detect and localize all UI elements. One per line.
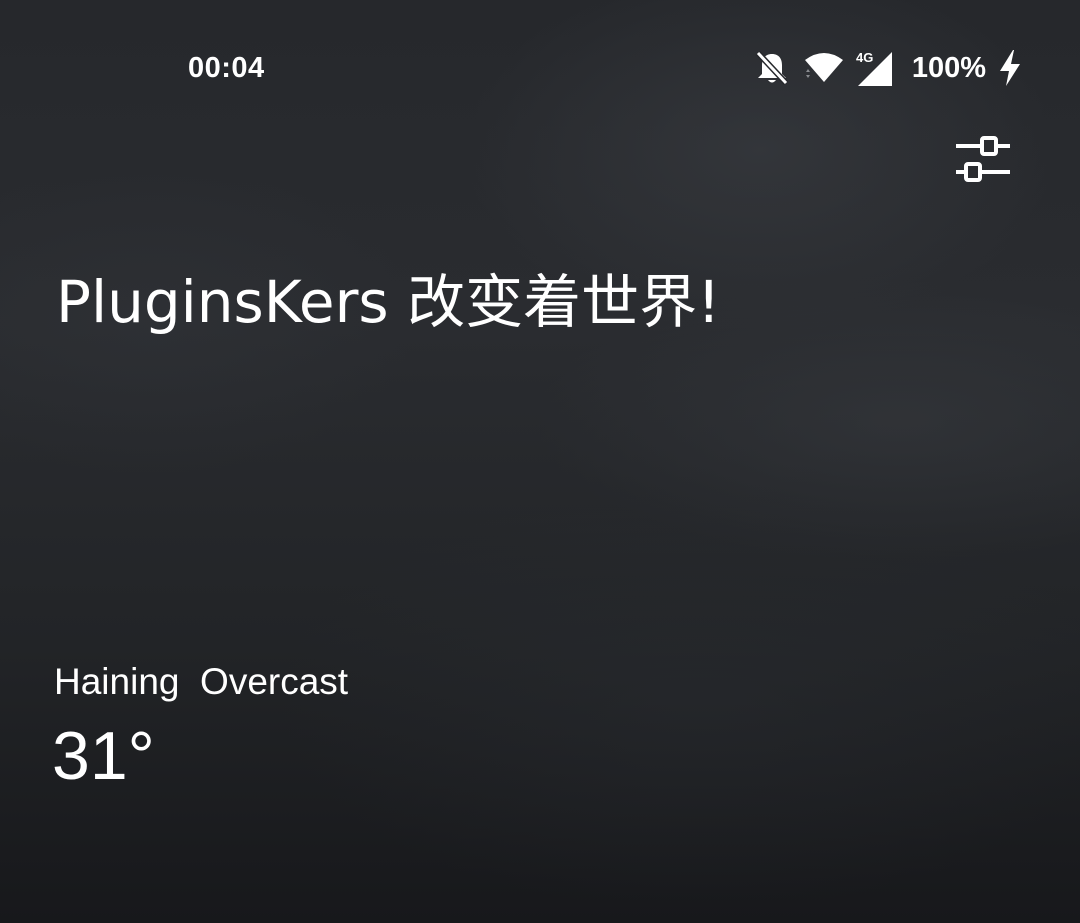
- charging-icon: [1000, 50, 1020, 86]
- bell-off-icon: [755, 50, 789, 86]
- weather-description: Haining Overcast: [54, 658, 348, 706]
- tune-icon[interactable]: [950, 128, 1016, 188]
- network-type-label: 4G: [856, 50, 873, 65]
- weather-city: Haining: [54, 661, 180, 702]
- signal-4g-icon: 4G: [856, 50, 892, 86]
- wifi-icon: [804, 53, 843, 82]
- status-icons: 4G 100%: [754, 48, 1024, 88]
- weather-condition: Overcast: [200, 661, 349, 702]
- greeting-text: PluginsKers 改变着世界!: [56, 268, 721, 336]
- status-time: 00:04: [188, 52, 265, 84]
- weather-temperature: 31°: [52, 718, 155, 794]
- battery-percentage: 100%: [911, 52, 986, 84]
